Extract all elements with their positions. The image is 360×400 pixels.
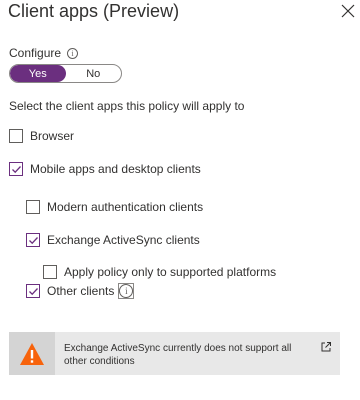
mobile-desktop-checkbox[interactable] — [9, 162, 23, 176]
instruction-text: Select the client apps this policy will … — [9, 99, 245, 113]
supported-platforms-option[interactable]: Apply policy only to supported platforms — [43, 265, 276, 279]
browser-label: Browser — [30, 129, 75, 143]
exchange-activesync-option[interactable]: Exchange ActiveSync clients — [26, 233, 200, 247]
info-icon: i — [119, 284, 134, 298]
browser-checkbox[interactable] — [9, 129, 23, 143]
other-clients-info-button[interactable]: i — [118, 283, 135, 299]
modern-auth-checkbox[interactable] — [26, 200, 40, 214]
checkmark-icon — [29, 237, 38, 245]
warning-icon — [20, 342, 44, 365]
other-clients-option[interactable]: Other clients i — [26, 283, 135, 299]
supported-platforms-checkbox[interactable] — [43, 265, 57, 279]
close-icon[interactable] — [341, 4, 355, 18]
warning-icon-container — [9, 332, 55, 375]
toggle-yes-option[interactable]: Yes — [10, 65, 66, 82]
mobile-desktop-option[interactable]: Mobile apps and desktop clients — [9, 162, 201, 176]
warning-banner: Exchange ActiveSync currently does not s… — [9, 332, 340, 375]
exchange-activesync-checkbox[interactable] — [26, 233, 40, 247]
configure-row: Configure i — [9, 46, 79, 60]
external-link-icon[interactable] — [320, 340, 332, 352]
toggle-no-option[interactable]: No — [66, 65, 122, 82]
warning-text: Exchange ActiveSync currently does not s… — [64, 343, 292, 367]
info-icon[interactable]: i — [67, 47, 79, 59]
checkmark-icon — [12, 166, 21, 174]
checkmark-icon — [29, 288, 38, 296]
other-clients-label: Other clients — [47, 284, 115, 298]
page-title: Client apps (Preview) — [8, 1, 180, 21]
configure-label: Configure — [9, 46, 62, 60]
mobile-desktop-label: Mobile apps and desktop clients — [30, 162, 201, 176]
supported-platforms-label: Apply policy only to supported platforms — [64, 265, 277, 279]
configure-toggle[interactable]: Yes No — [9, 64, 122, 83]
browser-option[interactable]: Browser — [9, 129, 74, 143]
exchange-activesync-label: Exchange ActiveSync clients — [47, 233, 200, 247]
modern-auth-label: Modern authentication clients — [47, 200, 204, 214]
other-clients-checkbox[interactable] — [26, 284, 40, 298]
modern-auth-option[interactable]: Modern authentication clients — [26, 200, 203, 214]
